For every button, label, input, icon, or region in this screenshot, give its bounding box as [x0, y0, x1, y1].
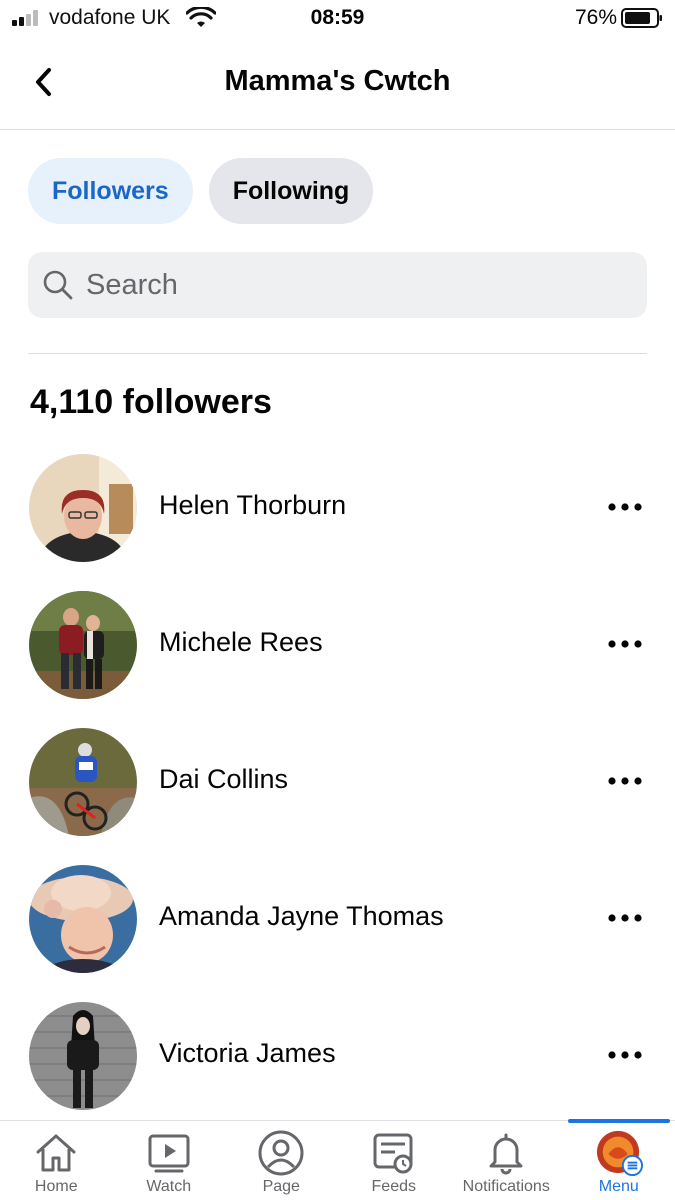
avatar[interactable] [29, 454, 137, 562]
ellipsis-icon [608, 640, 642, 648]
nav-watch[interactable]: Watch [113, 1121, 226, 1200]
tab-followers[interactable]: Followers [28, 158, 193, 224]
avatar[interactable] [29, 591, 137, 699]
follower-name[interactable]: Dai Collins [159, 764, 288, 795]
status-bar: vodafone UK 08:59 76% [0, 0, 675, 38]
bottom-navigation: Home Watch Page Feeds Notifications Menu [0, 1119, 675, 1200]
nav-label: Watch [146, 1178, 192, 1195]
avatar[interactable] [29, 728, 137, 836]
follower-name[interactable]: Amanda Jayne Thomas [159, 901, 444, 932]
avatar[interactable] [29, 1002, 137, 1110]
tab-following[interactable]: Following [208, 158, 374, 224]
nav-home[interactable]: Home [0, 1121, 113, 1200]
list-item[interactable]: Helen Thorburn [0, 452, 675, 589]
nav-menu[interactable]: Menu [563, 1121, 675, 1200]
follower-name[interactable]: Michele Rees [159, 627, 323, 658]
menu-avatar-icon [595, 1129, 643, 1177]
search-icon [42, 269, 74, 301]
nav-label: Notifications [462, 1178, 550, 1195]
list-item[interactable]: Michele Rees [0, 589, 675, 726]
avatar[interactable] [29, 865, 137, 973]
follow-tabs: Followers Following [28, 158, 374, 224]
battery-percentage: 76% [574, 6, 617, 29]
search-input[interactable] [86, 268, 626, 302]
more-options-button[interactable] [603, 492, 647, 522]
followers-list: Helen Thorburn Michele Rees Dai Collins … [0, 452, 675, 1137]
nav-notifications[interactable]: Notifications [450, 1121, 563, 1200]
list-item[interactable]: Dai Collins [0, 726, 675, 863]
search-bar [28, 252, 647, 318]
more-options-button[interactable] [603, 1040, 647, 1070]
more-options-button[interactable] [603, 629, 647, 659]
divider [28, 353, 647, 354]
nav-label: Home [34, 1178, 78, 1195]
list-item[interactable]: Amanda Jayne Thomas [0, 863, 675, 1000]
more-options-button[interactable] [603, 766, 647, 796]
follower-name[interactable]: Victoria James [159, 1038, 336, 1069]
nav-label: Page [262, 1178, 300, 1195]
page-header: Mamma's Cwtch [0, 38, 675, 130]
bell-icon [482, 1129, 530, 1177]
nav-feeds[interactable]: Feeds [338, 1121, 451, 1200]
home-icon [32, 1129, 80, 1177]
ellipsis-icon [608, 914, 642, 922]
more-options-button[interactable] [603, 903, 647, 933]
page-title: Mamma's Cwtch [224, 65, 451, 97]
profile-icon [257, 1129, 305, 1177]
nav-label: Menu [598, 1178, 639, 1195]
feeds-icon [370, 1129, 418, 1177]
nav-page[interactable]: Page [225, 1121, 338, 1200]
ellipsis-icon [608, 777, 642, 785]
video-icon [145, 1129, 193, 1177]
battery-icon [621, 8, 662, 28]
nav-label: Feeds [371, 1178, 416, 1195]
ellipsis-icon [608, 503, 642, 511]
followers-count: 4,110 followers [30, 383, 272, 421]
list-item[interactable]: Victoria James [0, 1000, 675, 1137]
clock: 08:59 [310, 6, 365, 29]
ellipsis-icon [608, 1051, 642, 1059]
follower-name[interactable]: Helen Thorburn [159, 490, 346, 521]
